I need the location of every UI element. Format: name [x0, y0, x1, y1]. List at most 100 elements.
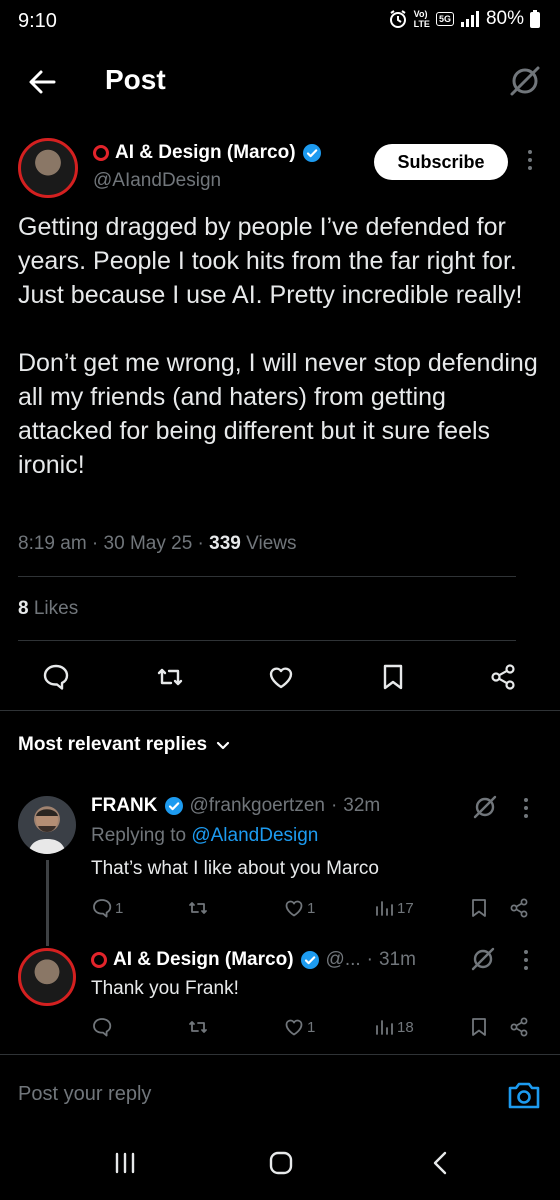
reply-action-bar: 1 18: [91, 1016, 541, 1040]
like-heart-icon: [285, 1019, 303, 1036]
volte-top-label: Vo): [413, 9, 428, 19]
reply-repost-button[interactable]: [187, 1016, 211, 1038]
reply-bookmark-button[interactable]: [468, 897, 490, 919]
red-circle-emoji-icon: [91, 952, 107, 968]
reply-text: Thank you Frank!: [91, 978, 239, 999]
reply-avatar[interactable]: [18, 796, 76, 854]
home-icon[interactable]: [268, 1150, 294, 1176]
reply-separator: ·: [330, 795, 338, 816]
verified-badge-icon: [300, 950, 320, 970]
repost-icon[interactable]: [155, 662, 185, 692]
composer-divider: [0, 1054, 560, 1055]
views-chart-icon: [376, 1020, 393, 1035]
chevron-down-icon: [215, 737, 231, 753]
views-count: 17: [397, 899, 414, 917]
verified-badge-icon: [164, 796, 184, 816]
grok-icon[interactable]: [470, 946, 496, 972]
bookmark-icon: [472, 899, 486, 917]
verified-badge-icon: [302, 143, 322, 163]
battery-percent: 80%: [485, 8, 524, 29]
network-gen-badge: 5G: [435, 12, 454, 26]
repost-icon: [189, 902, 207, 914]
like-count: 1: [307, 1018, 316, 1036]
divider: [18, 576, 516, 577]
reply-icon: [93, 1018, 112, 1037]
status-time: 9:10: [18, 10, 57, 32]
red-circle-emoji-icon: [93, 145, 109, 161]
repost-icon: [189, 1021, 207, 1033]
like-count: 1: [307, 899, 316, 917]
share-icon: [510, 1017, 528, 1037]
bookmark-icon: [472, 1018, 486, 1036]
volte-indicator: Vo) LTE: [414, 9, 430, 29]
reply-views-button[interactable]: 17: [373, 897, 414, 919]
post-meta: 8:19 am · 30 May 25 · 339 Views: [18, 533, 297, 554]
like-heart-icon: [285, 900, 303, 917]
post-views-count: 339: [209, 533, 241, 554]
grok-icon[interactable]: [508, 64, 542, 98]
recent-apps-icon[interactable]: [112, 1150, 138, 1176]
views-count: 18: [397, 1018, 414, 1036]
grok-icon[interactable]: [472, 794, 498, 820]
reply-icon: [93, 899, 112, 918]
author-avatar[interactable]: [18, 138, 78, 198]
reply-bookmark-button[interactable]: [468, 1016, 490, 1038]
replying-to: Replying to @AlandDesign: [91, 825, 318, 847]
bookmark-icon[interactable]: [378, 662, 408, 692]
reply-count: 1: [115, 899, 124, 917]
reply-like-button[interactable]: 1: [283, 1016, 315, 1038]
reply-repost-button[interactable]: [187, 897, 211, 919]
reply-header[interactable]: AI & Design (Marco) @... · 31m: [91, 949, 416, 971]
likes-label: Likes: [33, 598, 79, 619]
reply-share-button[interactable]: [508, 1016, 530, 1038]
author-name-row[interactable]: AI & Design (Marco): [93, 142, 322, 164]
more-options-icon[interactable]: [522, 150, 538, 176]
reply-time: 31m: [378, 949, 416, 970]
reply-reply-button[interactable]: [91, 1016, 115, 1038]
views-chart-icon: [376, 901, 393, 916]
reply-author-name: FRANK: [91, 795, 158, 816]
post-views-label: Views: [246, 533, 297, 554]
reply-avatar[interactable]: [18, 948, 76, 1006]
page-title: Post: [105, 64, 166, 95]
author-handle[interactable]: @AIandDesign: [93, 170, 221, 192]
likes-count: 8: [18, 598, 29, 619]
reply-action-bar: 1 1 17: [91, 897, 541, 921]
reply-composer-input[interactable]: Post your reply: [18, 1083, 151, 1106]
subscribe-button[interactable]: Subscribe: [374, 144, 508, 180]
volte-bottom-label: LTE: [413, 19, 430, 29]
divider: [18, 640, 516, 641]
likes-summary[interactable]: 8 Likes: [18, 598, 78, 620]
back-arrow-icon[interactable]: [26, 66, 58, 98]
reply-time: 32m: [343, 795, 381, 816]
reply-share-button[interactable]: [508, 897, 530, 919]
replies-sort-label: Most relevant replies: [18, 734, 208, 755]
reply-header[interactable]: FRANK @frankgoertzen · 32m: [91, 795, 380, 817]
share-icon: [510, 898, 528, 918]
more-options-icon[interactable]: [524, 798, 528, 818]
alarm-icon: [388, 9, 408, 29]
reply-views-button[interactable]: 18: [373, 1016, 414, 1038]
reply-author-name: AI & Design (Marco): [113, 949, 294, 970]
reply-author-handle: @...: [325, 949, 361, 970]
back-nav-icon[interactable]: [428, 1150, 454, 1176]
share-icon[interactable]: [488, 662, 518, 692]
more-options-icon[interactable]: [524, 950, 528, 970]
like-heart-icon[interactable]: [266, 662, 296, 692]
reply-icon[interactable]: [41, 662, 71, 692]
reply-separator: ·: [366, 949, 373, 970]
reply-author-handle: @frankgoertzen: [189, 795, 325, 816]
reply-reply-button[interactable]: 1: [91, 897, 123, 919]
author-name: AI & Design (Marco): [115, 142, 296, 163]
replying-to-handle[interactable]: @AlandDesign: [191, 825, 318, 846]
replies-sort-dropdown[interactable]: Most relevant replies: [18, 734, 231, 756]
status-icons: Vo) LTE 5G 80%: [388, 8, 540, 30]
post-text: Getting dragged by people I’ve defended …: [18, 213, 538, 479]
signal-icon: [460, 11, 480, 27]
reply-text: That’s what I like about you Marco: [91, 858, 379, 879]
thread-connector-line: [46, 860, 49, 946]
section-divider: [0, 710, 560, 711]
camera-icon[interactable]: [506, 1078, 542, 1112]
reply-like-button[interactable]: 1: [283, 897, 315, 919]
battery-icon: [530, 10, 540, 28]
